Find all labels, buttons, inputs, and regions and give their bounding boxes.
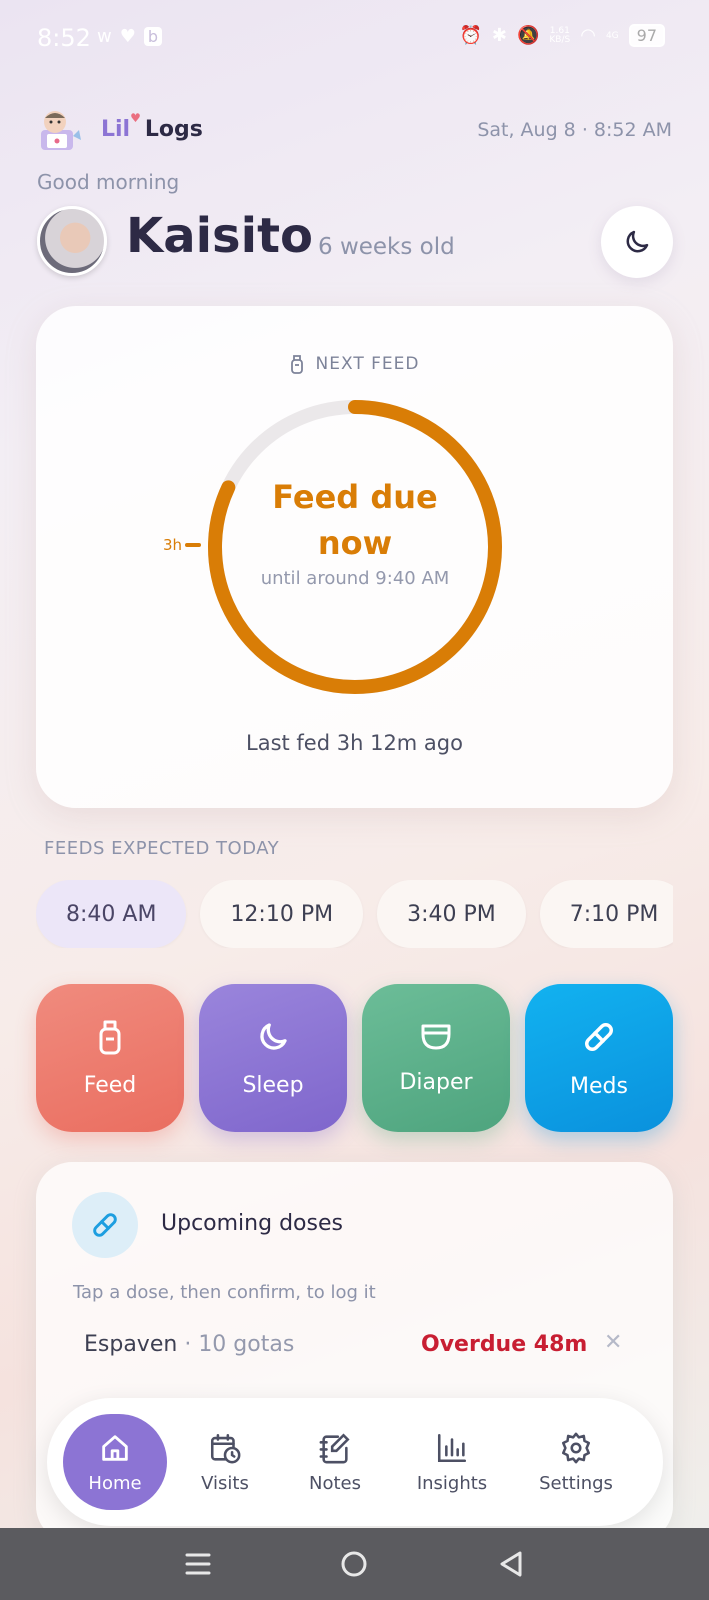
next-feed-label: NEXT FEED bbox=[315, 354, 420, 374]
logo-heart-icon: ♥ bbox=[130, 111, 141, 125]
feeds-expected-list[interactable]: 8:40 AM 12:10 PM 3:40 PM 7:10 PM bbox=[36, 880, 673, 948]
home-icon bbox=[102, 1434, 128, 1461]
sleep-action-label: Sleep bbox=[242, 1072, 304, 1098]
bluetooth-icon: ✱ bbox=[491, 25, 507, 46]
dose-amount: 10 gotas bbox=[198, 1332, 295, 1357]
nav-settings-label: Settings bbox=[539, 1472, 613, 1494]
doses-pill-badge bbox=[72, 1192, 138, 1258]
header-datetime: Sat, Aug 8 · 8:52 AM bbox=[477, 119, 672, 141]
back-icon[interactable] bbox=[498, 1550, 524, 1578]
nav-visits[interactable]: Visits bbox=[177, 1398, 273, 1526]
logo-logs: Logs bbox=[144, 117, 203, 142]
w-icon: w bbox=[97, 26, 112, 47]
feed-time-chip[interactable]: 7:10 PM bbox=[539, 880, 673, 948]
feed-interval-tick: 3h bbox=[163, 536, 202, 554]
feed-action-label: Feed bbox=[83, 1072, 137, 1098]
baby-age: 6 weeks old bbox=[318, 234, 455, 260]
status-notification-icons: w ♥ b bbox=[97, 26, 163, 47]
diaper-action-button[interactable]: Diaper bbox=[362, 984, 510, 1132]
meds-action-label: Meds bbox=[570, 1073, 628, 1099]
nav-insights-label: Insights bbox=[416, 1472, 488, 1494]
night-mode-button[interactable] bbox=[601, 206, 673, 278]
feed-time-chip[interactable]: 8:40 AM bbox=[36, 880, 187, 948]
baby-avatar[interactable] bbox=[37, 206, 107, 276]
bottle-icon bbox=[290, 355, 303, 374]
heart-icon: ♥ bbox=[119, 26, 136, 47]
pill-icon bbox=[584, 1022, 614, 1051]
feed-until: until around 9:40 AM bbox=[260, 568, 450, 589]
last-fed: Last fed 3h 12m ago bbox=[246, 731, 463, 755]
app-logo-icon bbox=[41, 111, 81, 150]
nav-notes[interactable]: Notes bbox=[287, 1398, 383, 1526]
meds-action-button[interactable]: Meds bbox=[525, 984, 673, 1132]
bottle-icon bbox=[99, 1020, 121, 1054]
pill-icon bbox=[93, 1213, 117, 1237]
logo-lil: Lil bbox=[101, 117, 131, 142]
moon-icon bbox=[626, 230, 649, 253]
nav-insights[interactable]: Insights bbox=[397, 1398, 507, 1526]
notebook-pen-icon bbox=[319, 1432, 350, 1463]
diaper-icon bbox=[421, 1024, 451, 1049]
battery-indicator: 97 bbox=[628, 24, 665, 47]
status-bar: 8:52 w ♥ b ⏰ ✱ 🔕 1.61 KB/S ◠ 4G 97 bbox=[0, 0, 709, 80]
bottom-nav: Home Visits Notes Insights Settings bbox=[47, 1398, 663, 1526]
nav-home-label: Home bbox=[88, 1472, 142, 1494]
greeting: Good morning bbox=[37, 170, 180, 194]
feed-action-button[interactable]: Feed bbox=[36, 984, 184, 1132]
diaper-action-label: Diaper bbox=[399, 1069, 473, 1095]
b-icon: b bbox=[143, 27, 163, 46]
gear-icon bbox=[561, 1432, 591, 1463]
dose-name: Espaven bbox=[84, 1332, 178, 1357]
home-circle-icon[interactable] bbox=[340, 1550, 368, 1578]
doses-hint: Tap a dose, then confirm, to log it bbox=[73, 1282, 376, 1303]
quick-actions: Feed Sleep Diaper Meds bbox=[36, 984, 673, 1132]
feed-time-chip[interactable]: 3:40 PM bbox=[377, 880, 526, 948]
baby-name: Kaisito bbox=[126, 208, 313, 264]
feed-interval-tick-mark bbox=[185, 543, 202, 547]
recents-icon[interactable] bbox=[185, 1551, 211, 1577]
app-logo-text: Lil ♥ Logs bbox=[101, 111, 203, 142]
system-nav-bar bbox=[0, 1528, 709, 1600]
dose-separator: · bbox=[184, 1332, 199, 1357]
doses-title: Upcoming doses bbox=[161, 1211, 343, 1236]
mute-icon: 🔕 bbox=[516, 25, 540, 46]
moon-icon bbox=[260, 1022, 287, 1050]
nav-visits-label: Visits bbox=[201, 1472, 249, 1494]
nav-home[interactable]: Home bbox=[63, 1414, 167, 1510]
net-speed-unit: KB/S bbox=[549, 34, 571, 45]
dose-item[interactable]: Espaven · 10 gotas bbox=[84, 1332, 294, 1357]
alarm-icon: ⏰ bbox=[459, 25, 482, 46]
sleep-action-button[interactable]: Sleep bbox=[199, 984, 347, 1132]
feed-status: Feed due now bbox=[272, 478, 438, 562]
next-feed-header: NEXT FEED bbox=[36, 354, 673, 374]
next-feed-card[interactable]: NEXT FEED 3h Feed due now until around 9… bbox=[36, 306, 673, 808]
status-system-icons: ⏰ ✱ 🔕 1.61 KB/S ◠ 4G 97 bbox=[459, 24, 665, 47]
feed-interval-tick-label: 3h bbox=[163, 536, 183, 554]
feeds-expected-label: FEEDS EXPECTED TODAY bbox=[44, 838, 280, 859]
bar-chart-icon bbox=[437, 1433, 467, 1462]
net-speed: 1.61 KB/S bbox=[549, 26, 571, 45]
cell-signal: 4G bbox=[605, 30, 619, 41]
feed-time-chip[interactable]: 12:10 PM bbox=[200, 880, 364, 948]
calendar-clock-icon bbox=[210, 1433, 241, 1463]
dose-dismiss-icon[interactable]: ✕ bbox=[604, 1330, 622, 1355]
nav-settings[interactable]: Settings bbox=[523, 1398, 629, 1526]
dose-status: Overdue 48m bbox=[421, 1332, 588, 1357]
status-time: 8:52 bbox=[37, 24, 91, 52]
nav-notes-label: Notes bbox=[309, 1472, 361, 1494]
wifi-icon: ◠ bbox=[580, 25, 596, 46]
